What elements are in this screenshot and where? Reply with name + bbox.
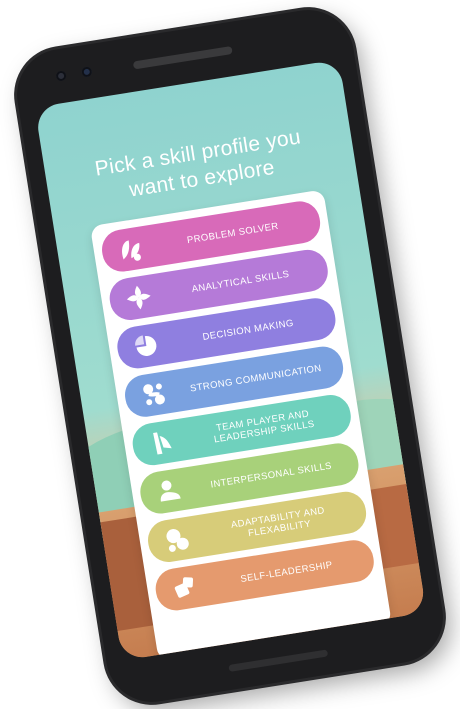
leaf-cluster-icon (122, 240, 141, 261)
bubbles-icon (166, 529, 189, 552)
front-camera-icon (55, 70, 67, 82)
stacked-squares-icon (174, 577, 194, 598)
earpiece-speaker (132, 45, 233, 70)
stage: Pick a skill profile you want to explore… (0, 0, 460, 709)
pie-shape-icon (135, 335, 157, 356)
sensor-icon (81, 66, 93, 78)
connected-blobs-icon (143, 383, 165, 406)
app-screen: Pick a skill profile you want to explore… (34, 59, 427, 661)
cross-petals-icon (126, 285, 151, 310)
flag-shape-icon (153, 432, 172, 455)
person-blob-icon (160, 480, 181, 502)
bottom-speaker (228, 649, 329, 672)
phone-frame: Pick a skill profile you want to explore… (10, 3, 450, 709)
